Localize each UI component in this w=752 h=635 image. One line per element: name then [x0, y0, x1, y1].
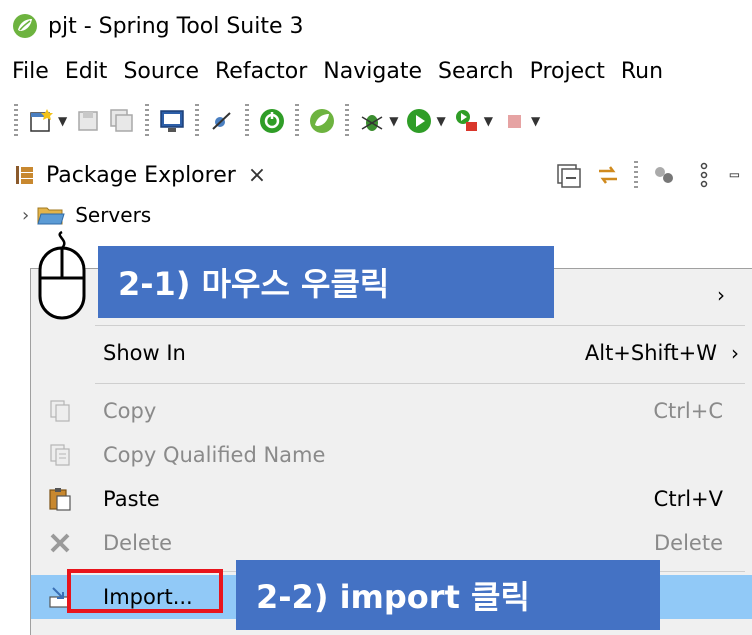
menu-item-shortcut: Ctrl+V — [653, 487, 723, 511]
toolbar-grip — [14, 104, 18, 138]
view-menu-icon[interactable] — [689, 160, 719, 190]
context-menu-item-copy-qualified-name[interactable]: Copy Qualified Name — [31, 433, 752, 477]
console-icon[interactable] — [158, 107, 186, 135]
spring-tool-suite-logo-icon — [13, 14, 37, 38]
collapse-all-icon[interactable] — [553, 160, 583, 190]
link-with-editor-icon[interactable] — [593, 160, 623, 190]
menu-item-shortcut: Delete — [654, 531, 723, 555]
package-explorer-tab[interactable]: Package Explorer × — [0, 152, 752, 198]
menu-item-label: Copy Qualified Name — [103, 443, 326, 467]
tree-item-servers[interactable]: › Servers — [0, 198, 151, 232]
close-view-icon[interactable]: × — [248, 163, 266, 188]
spring-icon[interactable] — [308, 107, 336, 135]
toolbar-separator — [145, 104, 150, 138]
copy-qualified-name-icon — [50, 444, 70, 466]
menu-project[interactable]: Project — [530, 59, 605, 84]
main-toolbar: ▼ ▼ ▼ ▼ ▼ — [0, 90, 752, 152]
view-toolbar — [548, 152, 752, 198]
folder-icon — [37, 207, 65, 225]
paste-icon — [49, 488, 71, 511]
menu-item-shortcut: Ctrl+C — [653, 399, 723, 423]
menu-source[interactable]: Source — [123, 59, 199, 84]
new-dropdown-icon[interactable]: ▼ — [58, 114, 67, 128]
toolbar-separator — [195, 104, 200, 138]
toolbar-separator — [245, 104, 250, 138]
debug-icon[interactable] — [358, 107, 386, 135]
stop-icon[interactable] — [500, 107, 528, 135]
view-toolbar-separator — [634, 161, 638, 189]
external-tools-dropdown-icon[interactable]: ▼ — [484, 114, 493, 128]
copy-icon — [50, 400, 70, 422]
menu-item-shortcut: Alt+Shift+W — [584, 341, 717, 365]
context-menu-item-paste[interactable]: Paste Ctrl+V — [31, 477, 752, 521]
menu-edit[interactable]: Edit — [65, 59, 108, 84]
package-explorer-label: Package Explorer — [46, 162, 236, 188]
menu-item-label: Delete — [103, 531, 172, 555]
menu-search[interactable]: Search — [438, 59, 514, 84]
menu-separator — [95, 325, 745, 326]
debug-dropdown-icon[interactable]: ▼ — [389, 114, 398, 128]
run-dropdown-icon[interactable]: ▼ — [436, 114, 445, 128]
save-icon[interactable] — [74, 107, 102, 135]
window-title: pjt - Spring Tool Suite 3 — [48, 13, 304, 39]
import-highlight-box — [67, 569, 223, 613]
tree-item-label: Servers — [75, 203, 152, 227]
menu-navigate[interactable]: Navigate — [323, 59, 422, 84]
menu-bar: File Edit Source Refactor Navigate Searc… — [0, 52, 752, 90]
menu-item-label: Copy — [103, 399, 157, 423]
package-explorer-icon — [16, 166, 33, 184]
delete-icon — [50, 533, 70, 553]
menu-run[interactable]: Run — [621, 59, 663, 84]
menu-item-label: Paste — [103, 487, 160, 511]
menu-file[interactable]: File — [12, 59, 49, 84]
focus-on-active-task-icon[interactable] — [649, 160, 679, 190]
skip-breakpoints-icon[interactable] — [208, 107, 236, 135]
new-file-icon[interactable] — [27, 107, 55, 135]
step2-callout: 2-2) import 클릭 — [236, 560, 660, 630]
context-menu-item-show-in[interactable]: Show In Alt+Shift+W › — [31, 331, 752, 375]
run-icon[interactable] — [405, 107, 433, 135]
context-menu-item-delete[interactable]: Delete Delete — [31, 521, 752, 565]
window-titlebar: pjt - Spring Tool Suite 3 — [0, 0, 752, 52]
minimize-icon[interactable] — [729, 160, 747, 190]
boot-dashboard-icon[interactable] — [258, 107, 286, 135]
save-all-icon[interactable] — [108, 107, 136, 135]
toolbar-separator — [295, 104, 300, 138]
context-menu-item-copy[interactable]: Copy Ctrl+C — [31, 389, 752, 433]
submenu-arrow-icon: › — [731, 341, 739, 365]
menu-item-label: Show In — [103, 341, 186, 365]
submenu-arrow-icon: › — [717, 283, 725, 307]
mouse-icon — [38, 230, 86, 320]
toolbar-separator — [345, 104, 350, 138]
external-tools-icon[interactable] — [453, 107, 481, 135]
menu-separator — [95, 383, 745, 384]
stop-dropdown-icon[interactable]: ▼ — [531, 114, 540, 128]
menu-refactor[interactable]: Refactor — [215, 59, 307, 84]
step1-callout: 2-1) 마우스 우클릭 — [98, 246, 554, 318]
expand-chevron-icon[interactable]: › — [22, 205, 29, 226]
